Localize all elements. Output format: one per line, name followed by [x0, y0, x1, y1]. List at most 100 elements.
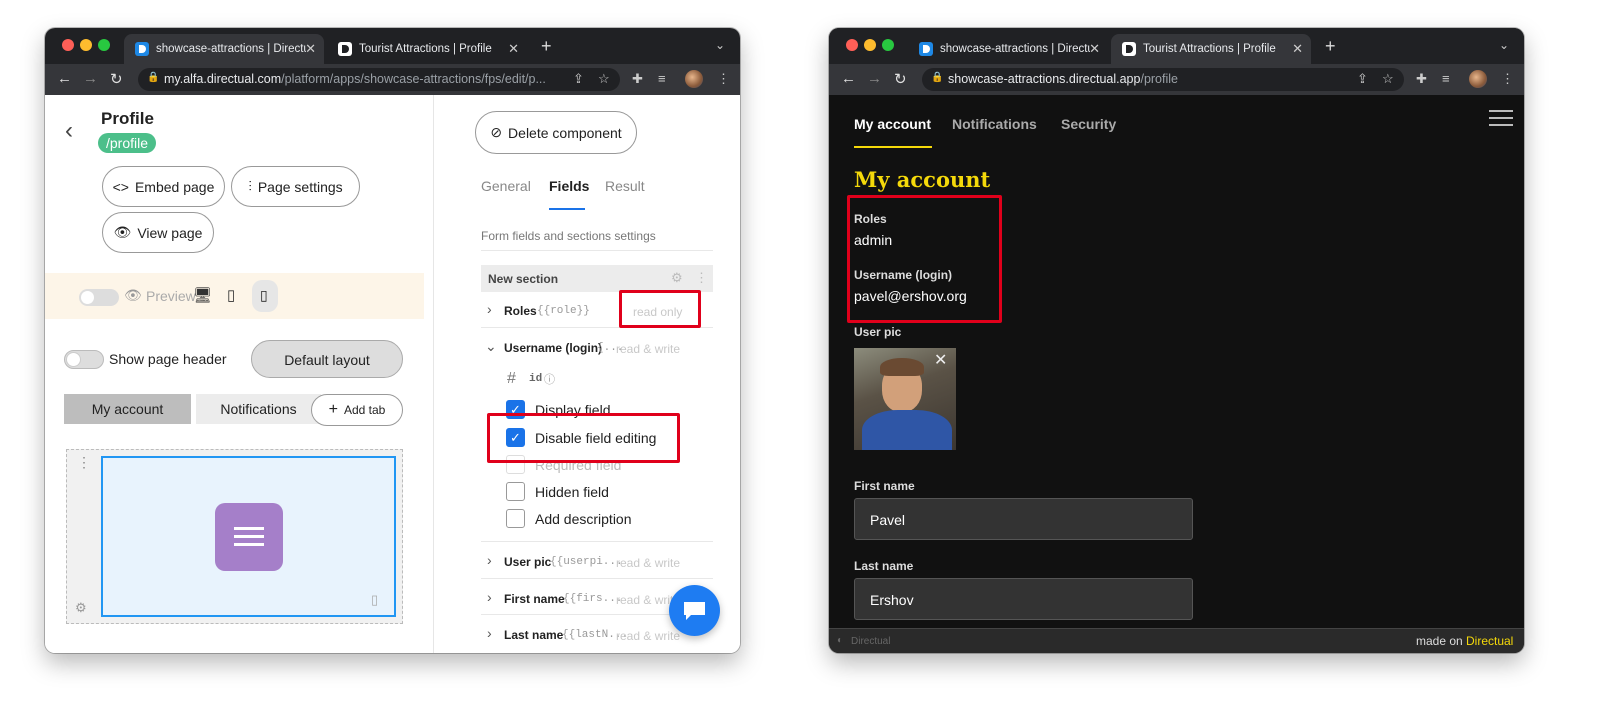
- hamburger-menu-icon[interactable]: [1489, 110, 1513, 126]
- field-label: First name: [504, 592, 565, 606]
- footer-bar: ◐ Directual made on Directual: [829, 628, 1524, 653]
- back-icon[interactable]: ←: [841, 70, 856, 87]
- field-mode: read & write: [616, 342, 681, 356]
- show-header-label: Show page header: [109, 351, 227, 367]
- extensions-icon[interactable]: ✚: [1416, 71, 1427, 87]
- menu-kebab-icon[interactable]: ⋮: [1501, 71, 1514, 87]
- directual-link[interactable]: Directual: [1466, 634, 1513, 648]
- url-path: /platform/apps/showcase-attractions/fps/…: [281, 72, 546, 86]
- close-tab-icon[interactable]: ✕: [508, 41, 519, 57]
- tablet-icon[interactable]: ▯: [227, 286, 235, 304]
- page-heading: My account: [854, 167, 991, 192]
- drag-handle-icon[interactable]: ⋮: [77, 454, 91, 471]
- address-bar-row: ← → ↻ 🔒 my.alfa.directual.com/platform/a…: [45, 64, 740, 95]
- close-tab-icon[interactable]: ✕: [1292, 41, 1303, 57]
- tab-result[interactable]: Result: [605, 178, 645, 194]
- add-description-label: Add description: [535, 511, 632, 527]
- maximize-window-dot[interactable]: [98, 39, 110, 51]
- add-tab-button[interactable]: + Add tab: [311, 394, 403, 426]
- page-settings-button[interactable]: ⫶ Page settings: [231, 166, 360, 207]
- bookmark-star-icon[interactable]: ☆: [1382, 71, 1394, 87]
- eye-icon: 👁: [124, 287, 142, 303]
- close-tab-icon[interactable]: ✕: [1089, 41, 1100, 57]
- close-tab-icon[interactable]: ✕: [305, 41, 316, 57]
- view-page-button[interactable]: 👁 View page: [102, 212, 214, 253]
- url-field[interactable]: 🔒 showcase-attractions.directual.app/pro…: [922, 68, 1404, 91]
- url-field[interactable]: 🔒 my.alfa.directual.com/platform/apps/sh…: [138, 68, 620, 91]
- highlight-read-only: [619, 290, 701, 328]
- tab-search-chevron-icon[interactable]: ⌄: [1499, 38, 1509, 52]
- minimize-window-dot[interactable]: [864, 39, 876, 51]
- minimize-window-dot[interactable]: [80, 39, 92, 51]
- tab-notifications[interactable]: Notifications: [196, 394, 321, 424]
- mobile-view-button[interactable]: ▯: [252, 280, 278, 312]
- help-icon[interactable]: ⓘ: [544, 371, 555, 387]
- media-control-icon[interactable]: ≡: [658, 71, 666, 86]
- tab-bar: showcase-attractions | Directual ✕ Touri…: [829, 28, 1524, 64]
- hidden-field-checkbox[interactable]: [506, 482, 525, 501]
- share-icon[interactable]: ⇪: [1357, 71, 1368, 87]
- embed-page-button[interactable]: <> Embed page: [102, 166, 225, 207]
- browser-tab-profile[interactable]: Tourist Attractions | Profile ✕: [1111, 34, 1311, 64]
- field-label: User pic: [504, 555, 552, 569]
- nav-my-account[interactable]: My account: [854, 116, 931, 132]
- desktop-icon[interactable]: 🖥: [193, 286, 212, 304]
- forward-icon[interactable]: →: [867, 70, 882, 87]
- gear-icon[interactable]: ⚙: [75, 600, 87, 616]
- fields-caption: Form fields and sections settings: [481, 229, 656, 243]
- new-tab-icon[interactable]: +: [1325, 36, 1336, 57]
- bookmark-star-icon[interactable]: ☆: [598, 71, 610, 87]
- share-icon[interactable]: ⇪: [573, 71, 584, 87]
- delete-component-button[interactable]: ⊘ Delete component: [475, 111, 637, 154]
- directual-favicon-icon: [135, 42, 149, 56]
- browser-tab-builder[interactable]: showcase-attractions | Directual ✕: [908, 34, 1108, 64]
- tab-fields[interactable]: Fields: [549, 178, 589, 194]
- add-tab-label: Add tab: [343, 403, 386, 417]
- plus-icon: +: [328, 401, 338, 418]
- hidden-field-label: Hidden field: [535, 484, 609, 500]
- media-control-icon[interactable]: ≡: [1442, 71, 1450, 86]
- add-description-checkbox[interactable]: [506, 509, 525, 528]
- nav-security[interactable]: Security: [1061, 116, 1116, 132]
- profile-avatar[interactable]: [1469, 70, 1487, 88]
- active-tab-underline: [549, 208, 585, 210]
- form-component-icon: [215, 503, 283, 571]
- profile-avatar[interactable]: [685, 70, 703, 88]
- last-name-input[interactable]: Ershov: [854, 578, 1193, 620]
- tab-search-chevron-icon[interactable]: ⌄: [715, 38, 725, 52]
- chat-button[interactable]: [669, 585, 720, 636]
- show-header-toggle[interactable]: [64, 350, 104, 369]
- preview-toggle[interactable]: [79, 289, 119, 306]
- sliders-icon: ⫶: [248, 178, 252, 194]
- close-window-dot[interactable]: [846, 39, 858, 51]
- close-window-dot[interactable]: [62, 39, 74, 51]
- browser-tab-builder[interactable]: showcase-attractions | Directual ✕: [124, 34, 324, 64]
- maximize-window-dot[interactable]: [882, 39, 894, 51]
- route-badge: /profile: [98, 133, 157, 153]
- gear-icon[interactable]: ⚙: [671, 270, 683, 286]
- view-page-label: View page: [137, 224, 203, 241]
- field-label: Username (login): [504, 341, 603, 355]
- default-layout-button[interactable]: Default layout: [251, 340, 403, 378]
- extensions-icon[interactable]: ✚: [632, 71, 643, 87]
- chevron-right-icon: ›: [487, 301, 492, 317]
- form-component[interactable]: ▯: [101, 456, 396, 617]
- reload-icon[interactable]: ↻: [110, 70, 123, 88]
- remove-photo-icon[interactable]: ✕: [934, 350, 947, 370]
- field-label: Last name: [504, 628, 564, 642]
- tab-general[interactable]: General: [481, 178, 531, 194]
- back-icon[interactable]: ←: [57, 70, 72, 87]
- nav-notifications[interactable]: Notifications: [952, 116, 1037, 132]
- section-header[interactable]: New section ⚙ ⋮: [481, 265, 713, 292]
- browser-tab-profile[interactable]: Tourist Attractions | Profile ✕: [327, 34, 527, 64]
- back-arrow-icon[interactable]: ‹: [65, 117, 73, 145]
- menu-kebab-icon[interactable]: ⋮: [717, 71, 730, 87]
- reload-icon[interactable]: ↻: [894, 70, 907, 88]
- forward-icon[interactable]: →: [83, 70, 98, 87]
- drag-handle-icon[interactable]: ⋮: [695, 270, 708, 286]
- eye-icon: 👁: [113, 224, 132, 240]
- highlight-read-only-fields: [847, 195, 1002, 323]
- first-name-input[interactable]: Pavel: [854, 498, 1193, 540]
- new-tab-icon[interactable]: +: [541, 36, 552, 57]
- tab-my-account[interactable]: My account: [64, 394, 191, 424]
